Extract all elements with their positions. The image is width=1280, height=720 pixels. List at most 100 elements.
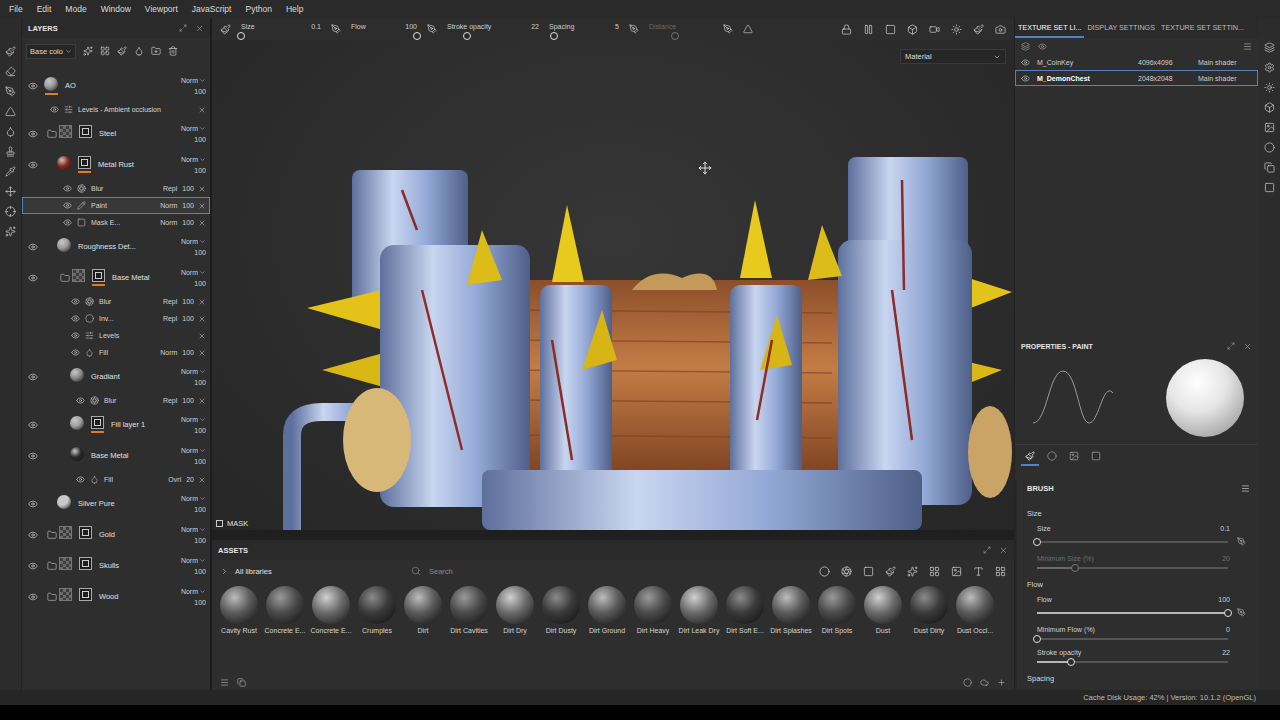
particles-icon[interactable]: [5, 226, 16, 237]
particle-filter-icon[interactable]: [907, 566, 918, 577]
paint-layer-icon[interactable]: [117, 46, 127, 56]
eye-icon[interactable]: [28, 372, 38, 382]
visibility-toggle[interactable]: [48, 105, 61, 114]
property-tab[interactable]: [1043, 448, 1061, 466]
close-icon[interactable]: [198, 202, 206, 210]
texture-set-shader[interactable]: Main shader: [1198, 75, 1252, 82]
effect-blend[interactable]: Repl100: [163, 185, 194, 192]
visibility-toggle[interactable]: [1019, 74, 1031, 83]
slider-knob[interactable]: [463, 32, 471, 40]
effect-row[interactable]: Mask E...Norm100: [22, 214, 210, 231]
pen-icon[interactable]: [5, 86, 16, 97]
eraser-icon[interactable]: [5, 66, 16, 77]
paint-mode-icon[interactable]: [973, 24, 984, 35]
visibility-toggle[interactable]: [1019, 58, 1031, 67]
maximize-icon[interactable]: [983, 546, 991, 554]
close-icon[interactable]: [198, 332, 206, 340]
asset-item[interactable]: Concrete E...: [262, 586, 308, 634]
chevron-down-icon[interactable]: [199, 495, 206, 502]
blend-mode-select[interactable]: Norm: [181, 77, 206, 84]
mask-thumbnail[interactable]: [79, 588, 92, 605]
eye-icon[interactable]: [28, 420, 38, 430]
layer-row[interactable]: AO Norm 100: [22, 70, 210, 101]
environment-filter-icon[interactable]: [951, 566, 962, 577]
opacity-value[interactable]: 100: [194, 88, 206, 95]
chevron-down-icon[interactable]: [199, 447, 206, 454]
opacity-value[interactable]: 100: [194, 568, 206, 575]
folder-icon[interactable]: [60, 273, 70, 283]
close-icon[interactable]: [999, 546, 1008, 555]
asset-item[interactable]: Dirt Ground: [584, 586, 630, 634]
history-icon[interactable]: [1264, 162, 1275, 173]
viewport[interactable]: MaterialMASK: [212, 40, 1014, 530]
blend-mode-select[interactable]: Norm: [181, 557, 206, 564]
panel-tab[interactable]: DISPLAY SETTINGS: [1084, 18, 1158, 38]
opacity-value[interactable]: 100: [194, 167, 206, 174]
menu-item[interactable]: Edit: [30, 4, 59, 14]
cloud-icon[interactable]: [980, 678, 989, 687]
brush-icon[interactable]: [1025, 451, 1035, 461]
visibility-toggle[interactable]: [69, 314, 82, 323]
folder-slot[interactable]: [44, 592, 59, 602]
effect-blend[interactable]: Ovrl20: [168, 476, 194, 483]
eye-icon[interactable]: [76, 475, 85, 484]
effect-name[interactable]: Levels: [99, 332, 198, 339]
eye-icon[interactable]: [28, 451, 38, 461]
visibility-toggle[interactable]: [61, 218, 74, 227]
opacity-value[interactable]: 100: [194, 506, 206, 513]
effect-row[interactable]: Levels: [22, 327, 210, 344]
bake-icon[interactable]: [1264, 122, 1275, 133]
folder-icon[interactable]: [47, 530, 57, 540]
menu-item[interactable]: Mode: [58, 4, 93, 14]
eye-icon[interactable]: [63, 218, 72, 227]
font-filter-icon[interactable]: [973, 566, 984, 577]
asset-item[interactable]: Dust: [860, 586, 906, 634]
eye-icon[interactable]: [28, 81, 38, 91]
opacity-value[interactable]: 20: [186, 476, 194, 483]
mask-thumbnail[interactable]: [79, 526, 92, 543]
layer-name[interactable]: Gold: [99, 530, 176, 539]
asset-item[interactable]: Dirt Leak Dry: [676, 586, 722, 634]
opacity-value[interactable]: 100: [194, 379, 206, 386]
folder-slot[interactable]: [57, 273, 72, 283]
pause-icon[interactable]: [863, 24, 874, 35]
channel-select[interactable]: Base colo: [26, 44, 76, 59]
eye-icon[interactable]: [50, 105, 59, 114]
param-value[interactable]: 0.1: [1220, 525, 1230, 532]
blend-mode[interactable]: Repl: [163, 397, 177, 404]
opacity-value[interactable]: 100: [194, 280, 206, 287]
opacity-value[interactable]: 100: [194, 427, 206, 434]
menu-item[interactable]: Help: [279, 4, 310, 14]
settings-icon[interactable]: [1264, 62, 1275, 73]
close-icon[interactable]: [198, 219, 206, 227]
param-value[interactable]: 5: [615, 23, 619, 30]
blend-mode-select[interactable]: Norm: [181, 526, 206, 533]
effect-name[interactable]: Inv...: [99, 315, 163, 322]
layer-name[interactable]: AO: [65, 81, 176, 90]
close-icon[interactable]: [198, 185, 206, 193]
effect-row[interactable]: FillOvrl20: [22, 471, 210, 488]
texture-set-shader[interactable]: Main shader: [1198, 59, 1252, 66]
lock-icon[interactable]: [841, 24, 852, 35]
preview-icon[interactable]: [963, 678, 972, 687]
clone-icon[interactable]: [5, 146, 16, 157]
panel-tab[interactable]: TEXTURE SET SETTIN...: [1158, 18, 1247, 38]
layer-name[interactable]: Gradiant: [91, 372, 176, 381]
visibility-toggle[interactable]: [61, 184, 74, 193]
asset-item[interactable]: Crumples: [354, 586, 400, 634]
visibility-toggle[interactable]: [22, 499, 44, 509]
eye-icon[interactable]: [28, 242, 38, 252]
opacity-value[interactable]: 100: [194, 458, 206, 465]
effect-blend[interactable]: Repl100: [163, 397, 194, 404]
effect-row[interactable]: BlurRepl100: [22, 180, 210, 197]
slider-knob[interactable]: [413, 32, 421, 40]
visibility-toggle[interactable]: [22, 561, 44, 571]
asset-item[interactable]: Concrete E...: [308, 586, 354, 634]
pressure-icon[interactable]: [723, 24, 733, 34]
layer-row[interactable]: GoldNorm100: [22, 519, 210, 550]
opacity-value[interactable]: 100: [182, 202, 194, 209]
visibility-toggle[interactable]: [22, 160, 44, 170]
slider-knob[interactable]: [1033, 538, 1041, 546]
folder-icon[interactable]: [47, 129, 57, 139]
eye-icon[interactable]: [71, 348, 80, 357]
